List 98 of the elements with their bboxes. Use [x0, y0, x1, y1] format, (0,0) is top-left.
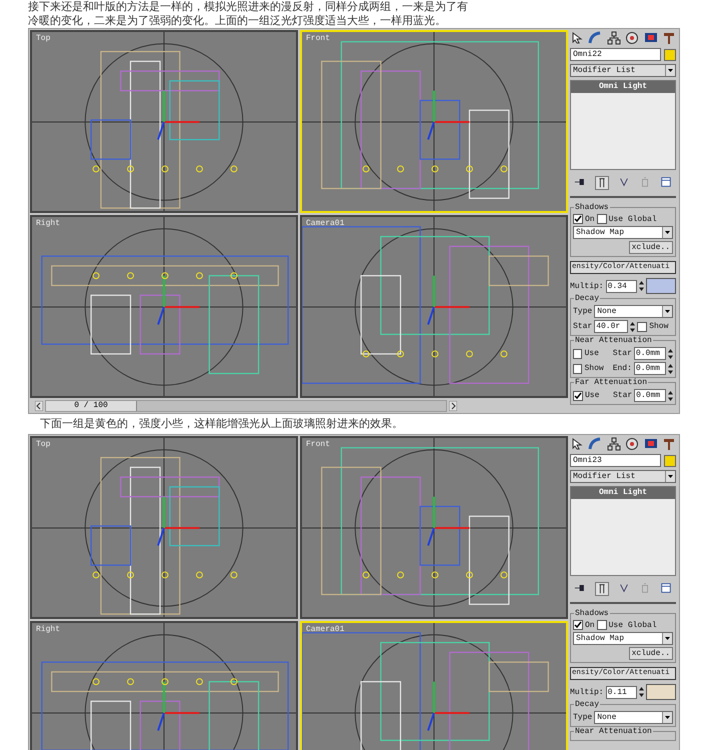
checkbox-label: Use	[584, 349, 600, 358]
object-color-swatch[interactable]	[664, 48, 676, 60]
fork-icon[interactable]	[618, 582, 630, 594]
pin-icon[interactable]	[574, 176, 586, 188]
paragraph-text: 接下来还是和叶版的方法是一样的，模拟光照进来的漫反射，同样分成两组，一来是为了有	[28, 0, 469, 14]
hammer-icon[interactable]	[662, 437, 676, 451]
next-frame-button[interactable]	[449, 401, 457, 411]
monitor-icon[interactable]	[644, 31, 658, 45]
group-title: Near Attenuation	[574, 727, 653, 736]
viewport-label: Top	[36, 440, 50, 449]
stack-item[interactable]: Omni Light	[571, 81, 675, 93]
fork-icon[interactable]	[618, 176, 630, 188]
viewport[interactable]: Right	[30, 621, 298, 750]
pipe-icon[interactable]	[595, 176, 610, 190]
paragraph-text: 冷暖的变化，二来是为了强弱的变化。上面的一组泛光灯强度适当大些，一样用蓝光。	[28, 14, 447, 28]
field-label: Multip:	[570, 282, 604, 290]
distance-field[interactable]: 0.0mm	[634, 389, 666, 402]
field-label: Star	[573, 322, 592, 331]
exclude-button[interactable]: xclude..	[628, 241, 673, 254]
target-icon[interactable]	[625, 31, 640, 45]
viewport[interactable]: Front	[300, 30, 568, 213]
object-name-field[interactable]: Omni22	[570, 48, 661, 61]
checkbox-label: On	[585, 214, 595, 224]
viewport-label: Camera01	[306, 219, 344, 228]
viewport[interactable]: Camera01	[300, 621, 568, 750]
previous-frame-button[interactable]	[35, 401, 43, 411]
paragraph-text: 下面一组是黄色的，强度小些，这样能增强光从上面玻璃照射进来的效果。	[39, 416, 404, 432]
time-slider-thumb[interactable]: 0 / 100	[46, 401, 137, 411]
viewport-label: Front	[306, 34, 330, 43]
pin-icon[interactable]	[574, 582, 586, 594]
shadow-type-dropdown[interactable]: Shadow Map	[573, 226, 673, 239]
checkbox[interactable]	[573, 214, 583, 224]
field-label: End:	[612, 364, 632, 373]
checkbox-label: Show	[584, 364, 605, 373]
target-icon[interactable]	[625, 437, 640, 451]
viewport-label: Right	[36, 625, 60, 634]
viewport-label: Front	[306, 440, 330, 449]
checkbox-label: On	[585, 620, 595, 630]
pipe-icon[interactable]	[595, 582, 610, 596]
checkbox-label: Use	[585, 391, 600, 400]
field-label: Multip:	[570, 688, 604, 696]
viewport[interactable]: Top	[30, 30, 298, 213]
checkbox[interactable]	[573, 390, 583, 400]
checkbox-label: Use Global	[608, 214, 657, 224]
stack-item[interactable]: Omni Light	[571, 487, 675, 499]
group-title: Far Attenuation	[574, 378, 648, 387]
decay-type-dropdown[interactable]: None	[594, 305, 673, 318]
field-label: Star	[612, 349, 632, 358]
group-title: Decay	[574, 700, 600, 709]
object-name-field[interactable]: Omni23	[570, 454, 661, 467]
viewport[interactable]: Top	[30, 436, 298, 619]
curve-icon[interactable]	[588, 437, 602, 451]
checkbox[interactable]	[596, 214, 607, 224]
hierarchy-icon[interactable]	[606, 31, 621, 45]
modifier-list-dropdown[interactable]: Modifier List	[570, 470, 676, 483]
group-title: Near Attenuation	[574, 336, 653, 345]
checkbox-label: Show	[649, 322, 668, 331]
pointer-icon[interactable]	[570, 31, 584, 45]
checkbox[interactable]	[573, 348, 582, 358]
checkbox[interactable]	[573, 364, 582, 374]
spinner-icon[interactable]	[668, 390, 673, 400]
shadow-type-dropdown[interactable]: Shadow Map	[573, 632, 673, 645]
group-title: Shadows	[574, 203, 610, 212]
configure-icon[interactable]	[660, 582, 672, 594]
light-color-swatch[interactable]	[646, 684, 676, 700]
viewport-label: Right	[36, 219, 60, 228]
group-title: Decay	[574, 294, 600, 303]
light-color-swatch[interactable]	[646, 278, 676, 294]
monitor-icon[interactable]	[644, 437, 658, 451]
checkbox[interactable]	[637, 322, 648, 332]
checkbox[interactable]	[573, 620, 583, 630]
spinner-icon[interactable]	[668, 348, 673, 358]
distance-field[interactable]: 0.0mm	[634, 362, 666, 375]
decay-type-dropdown[interactable]: None	[594, 711, 673, 724]
exclude-button[interactable]: xclude..	[628, 647, 673, 660]
field-label: Type	[573, 713, 592, 722]
hammer-icon[interactable]	[662, 31, 676, 45]
viewport-label: Camera01	[306, 625, 344, 634]
distance-field[interactable]: 0.0mm	[634, 347, 666, 360]
checkbox[interactable]	[596, 620, 607, 630]
configure-icon[interactable]	[660, 176, 672, 188]
multiplier-field[interactable]: 0.34	[606, 280, 638, 292]
object-color-swatch[interactable]	[664, 454, 676, 466]
hierarchy-icon[interactable]	[606, 437, 621, 451]
viewport[interactable]: Camera01	[300, 215, 568, 398]
group-title: Shadows	[574, 609, 610, 618]
modifier-list-dropdown[interactable]: Modifier List	[570, 64, 676, 77]
spinner-icon[interactable]	[668, 364, 673, 374]
multiplier-field[interactable]: 0.11	[606, 686, 638, 698]
start-field[interactable]: 40.0r	[594, 320, 628, 333]
viewport[interactable]: Right	[30, 215, 298, 398]
viewport[interactable]: Front	[300, 436, 568, 619]
checkbox-label: Use Global	[608, 620, 657, 630]
pointer-icon[interactable]	[570, 437, 584, 451]
curve-icon[interactable]	[588, 31, 602, 45]
field-label: Star	[612, 391, 632, 400]
viewport-label: Top	[36, 34, 50, 43]
field-label: Type	[573, 307, 592, 316]
